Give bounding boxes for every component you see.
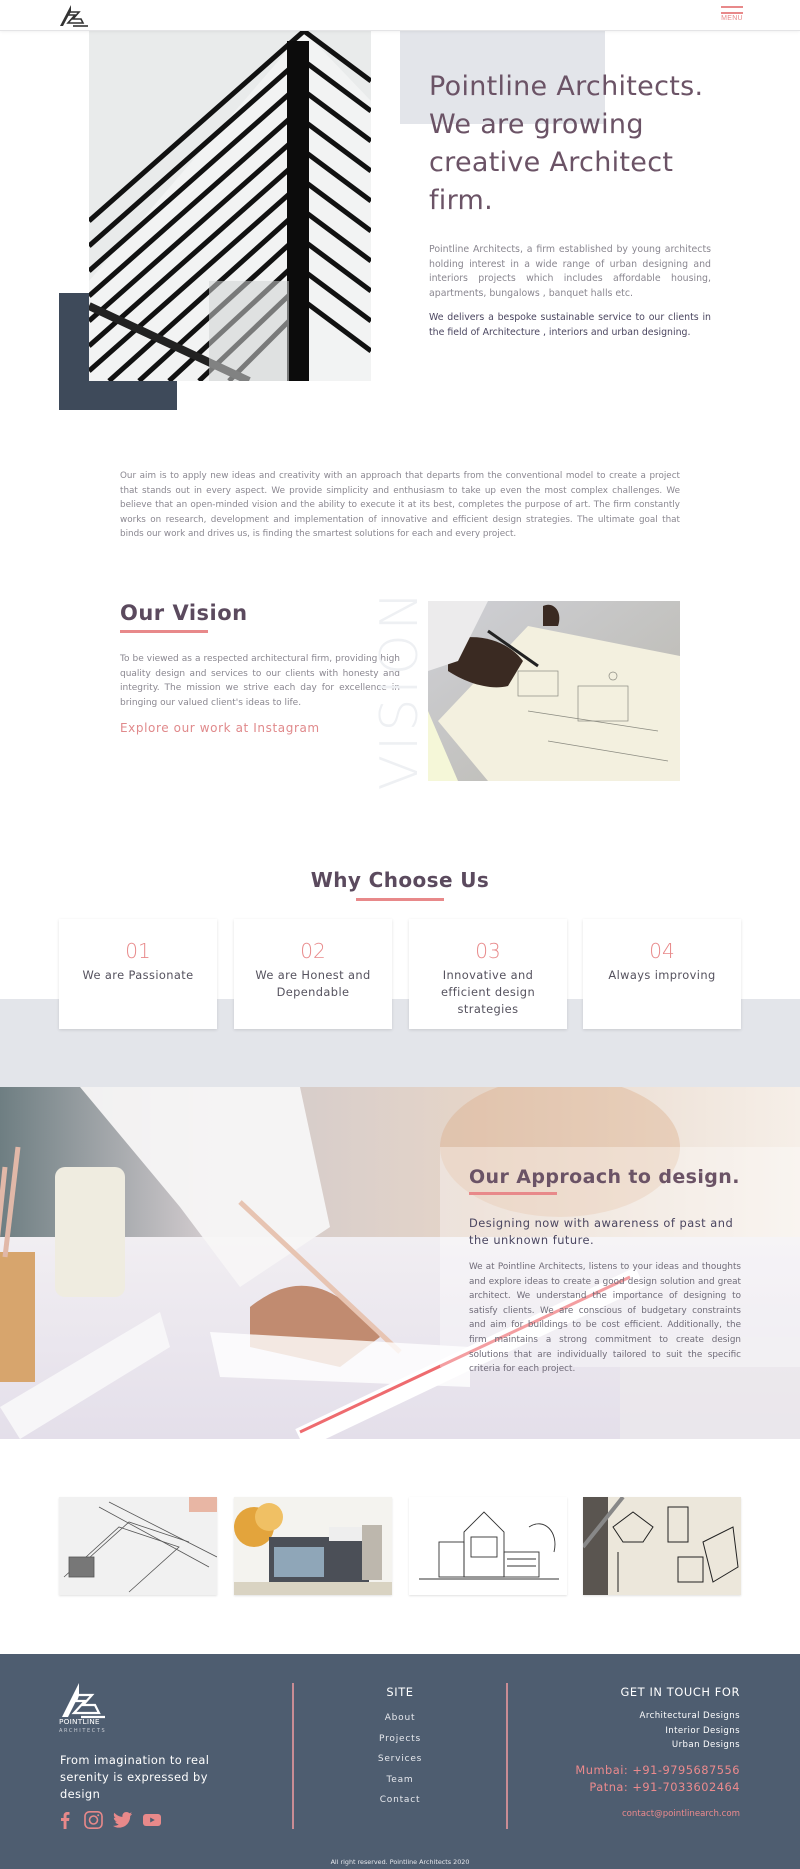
footer-divider <box>292 1683 294 1829</box>
gallery-thumbnail[interactable] <box>59 1497 217 1595</box>
feature-number: 02 <box>300 939 326 963</box>
watercolor-house-image <box>234 1497 392 1595</box>
feature-card: 01 We are Passionate <box>59 919 217 1029</box>
vision-text: To be viewed as a respected architectura… <box>120 654 400 708</box>
hero-statement: We delivers a bespoke sustainable servic… <box>429 312 711 338</box>
feature-label: Innovative and efficient design strategi… <box>440 968 536 1016</box>
youtube-icon[interactable] <box>143 1811 161 1829</box>
twitter-icon[interactable] <box>113 1811 133 1829</box>
hero-title: Pointline Architects. We are growing cre… <box>429 71 704 216</box>
hero-description: Pointline Architects, a firm established… <box>429 244 711 299</box>
footer-service-item: Urban Designs <box>671 1740 740 1750</box>
feature-number: 04 <box>649 939 675 963</box>
gallery-thumbnail[interactable] <box>234 1497 392 1595</box>
aim-paragraph: Our aim is to apply new ideas and creati… <box>120 471 680 540</box>
footer-service-item: Interior Designs <box>665 1726 740 1736</box>
footer-link-projects[interactable]: Projects <box>350 1734 450 1744</box>
gallery-thumbnail[interactable] <box>583 1497 741 1595</box>
pointline-footer-logo-icon[interactable] <box>59 1683 109 1719</box>
hamburger-icon <box>721 6 743 8</box>
blueprint-drawing-illustration <box>428 601 680 781</box>
approach-text: We at Pointline Architects, listens to y… <box>469 1262 741 1375</box>
feature-label: We are Passionate <box>82 968 194 982</box>
footer-divider <box>506 1683 508 1829</box>
instagram-link[interactable]: Explore our work at Instagram <box>120 721 320 735</box>
building-lattice-illustration <box>89 31 371 381</box>
footer-contact-title: GET IN TOUCH FOR <box>620 1685 740 1699</box>
footer-logo-sub: ARCHITECTS <box>59 1728 107 1734</box>
footer-link-team[interactable]: Team <box>350 1775 450 1785</box>
hero-building-image <box>89 31 371 381</box>
feature-card: 04 Always improving <box>583 919 741 1029</box>
sketchbook-drawings-image <box>583 1497 741 1595</box>
feature-label: Always improving <box>608 968 716 982</box>
feature-card: 03 Innovative and efficient design strat… <box>409 919 567 1029</box>
footer-link-about[interactable]: About <box>350 1713 450 1723</box>
footer-service-item: Architectural Designs <box>639 1711 740 1721</box>
gallery-thumbnail[interactable] <box>409 1497 567 1595</box>
site-header: MENU <box>0 0 800 31</box>
vision-image <box>428 601 680 781</box>
footer-site-title: SITE <box>386 1685 414 1699</box>
house-line-drawing-image <box>409 1497 567 1595</box>
pointline-logo-icon[interactable] <box>59 5 89 27</box>
menu-label: MENU <box>721 15 743 22</box>
approach-title: Our Approach to design. <box>469 1166 740 1188</box>
footer-phone-mumbai[interactable]: Mumbai: +91-9795687556 <box>575 1763 740 1777</box>
footer-email-link[interactable]: contact@pointlinearch.com <box>622 1809 740 1819</box>
feature-number: 01 <box>125 939 151 963</box>
feature-number: 03 <box>475 939 501 963</box>
vision-watermark-text: VISION <box>370 587 430 791</box>
footer-link-contact[interactable]: Contact <box>350 1795 450 1805</box>
why-title-underline <box>356 898 444 901</box>
why-choose-us-title: Why Choose Us <box>310 868 490 892</box>
feature-card: 02 We are Honest and Dependable <box>234 919 392 1029</box>
hamburger-icon <box>721 12 743 14</box>
approach-subtitle: Designing now with awareness of past and… <box>469 1216 734 1247</box>
footer-phone-patna[interactable]: Patna: +91-7033602464 <box>589 1780 740 1794</box>
vision-title: Our Vision <box>120 601 248 625</box>
footer-logo-name: POINTLINE <box>59 1717 100 1726</box>
footer-tagline: From imagination to real serenity is exp… <box>60 1753 210 1801</box>
footer-link-services[interactable]: Services <box>350 1754 450 1764</box>
approach-title-underline <box>469 1192 557 1195</box>
facebook-icon[interactable] <box>60 1811 70 1829</box>
menu-button[interactable]: MENU <box>718 5 746 27</box>
vision-title-underline <box>120 630 208 633</box>
pencil-sketch-image <box>59 1497 217 1595</box>
footer-copyright: All right reserved. Pointline Architects… <box>330 1858 470 1866</box>
instagram-icon[interactable] <box>84 1811 103 1829</box>
feature-label: We are Honest and Dependable <box>255 968 371 999</box>
